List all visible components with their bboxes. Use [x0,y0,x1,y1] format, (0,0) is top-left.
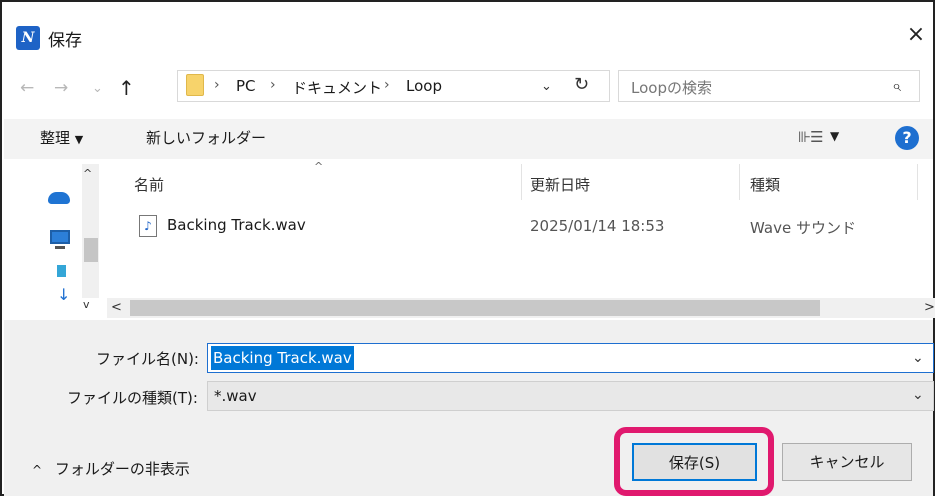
organize-label: 整理 [40,129,71,147]
address-dropdown-icon[interactable]: ⌄ [541,79,552,94]
save-dialog: N 保存 × ← → ⌄ ↑ › PC › ドキュメント › Loop ⌄ ↻ … [0,0,935,496]
organize-button[interactable]: 整理 ▼ [40,127,83,148]
horizontal-scroll-thumb[interactable] [130,300,820,316]
scroll-down-icon[interactable]: v [83,298,90,311]
breadcrumb-separator: › [384,77,390,93]
view-options-icon[interactable]: ⊪☰ [798,128,823,146]
file-row-date: 2025/01/14 18:53 [530,217,665,235]
chevron-down-icon: ▼ [74,133,84,146]
column-divider[interactable] [917,164,918,200]
close-icon[interactable]: × [902,22,930,47]
breadcrumb-separator: › [270,77,276,93]
hide-folders-toggle[interactable]: ^ フォルダーの非表示 [32,458,190,479]
filetype-dropdown-icon[interactable]: ⌄ [912,387,924,403]
filetype-value[interactable]: *.wav [214,387,257,405]
file-row-type: Wave サウンド [750,219,856,237]
search-icon[interactable]: ⌕ [892,76,901,96]
column-header-type[interactable]: 種類 [750,174,780,195]
filename-input[interactable]: Backing Track.wav [211,346,354,370]
breadcrumb-loop[interactable]: Loop [406,77,442,95]
downloads-icon[interactable]: ↓ [57,285,70,304]
filename-label: ファイル名(N): [96,350,199,368]
audio-file-icon: ♪ [139,215,157,237]
command-bar [4,119,933,159]
column-header-date[interactable]: 更新日時 [530,174,590,195]
scroll-up-icon[interactable]: ^ [83,167,92,180]
filetype-select[interactable] [207,381,934,411]
hide-folders-label: フォルダーの非表示 [54,460,190,478]
file-row-name[interactable]: Backing Track.wav [167,216,306,234]
breadcrumb-separator: › [214,77,220,93]
save-button[interactable]: 保存(S) [632,443,757,481]
scroll-right-icon[interactable]: > [924,300,935,315]
new-folder-button[interactable]: 新しいフォルダー [146,127,266,148]
filename-dropdown-icon[interactable]: ⌄ [912,350,924,366]
filetype-label: ファイルの種類(T): [67,389,198,407]
folder-icon [186,74,204,96]
pc-icon[interactable] [50,230,70,244]
onedrive-icon[interactable] [48,192,70,204]
back-arrow-icon[interactable]: ← [20,78,34,98]
nav-pane-scrollbar[interactable] [82,164,99,298]
3d-objects-icon[interactable] [57,265,66,277]
sort-ascending-icon: ^ [314,160,324,173]
column-header-name[interactable]: 名前 [134,174,164,195]
app-icon: N [16,26,40,50]
nav-pane-scroll-thumb[interactable] [84,238,98,262]
pc-stand [55,246,65,249]
breadcrumb-documents[interactable]: ドキュメント [292,77,382,98]
forward-arrow-icon[interactable]: → [54,78,68,98]
cancel-button[interactable]: キャンセル [782,443,912,481]
column-divider[interactable] [739,164,740,200]
refresh-icon[interactable]: ↻ [574,74,589,95]
column-divider[interactable] [521,164,522,200]
search-input[interactable]: Loopの検索 [631,77,712,98]
help-icon[interactable]: ? [895,126,919,150]
dialog-title: 保存 [48,31,82,51]
breadcrumb-pc[interactable]: PC [236,77,256,95]
up-arrow-icon[interactable]: ↑ [118,76,135,100]
recent-locations-icon[interactable]: ⌄ [92,81,103,96]
chevron-up-icon: ^ [32,463,43,477]
view-dropdown-icon[interactable]: ▼ [830,129,839,143]
scroll-left-icon[interactable]: < [111,300,122,315]
